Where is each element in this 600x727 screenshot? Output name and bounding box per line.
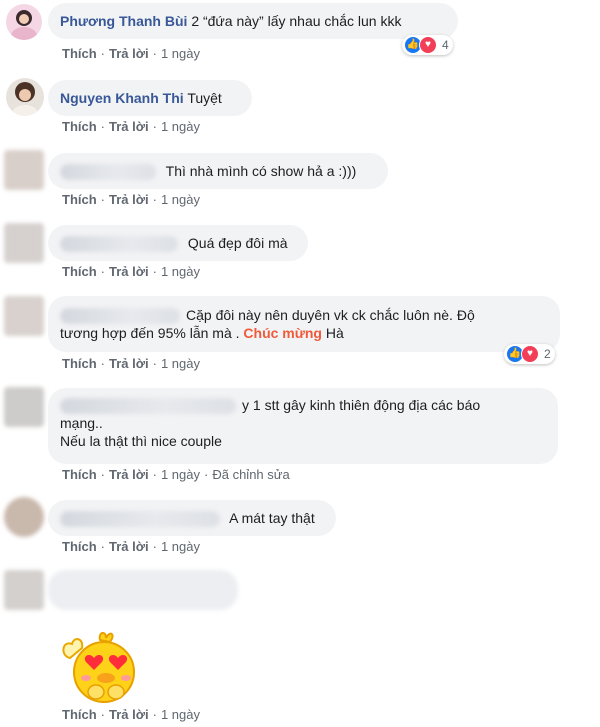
avatar-photo-icon [6, 4, 42, 40]
like-link[interactable]: Thích [62, 46, 97, 61]
avatar[interactable] [6, 78, 44, 116]
separator: · [100, 119, 106, 134]
comment-text-line-2: tương hợp đến 95% lẫn mà . [60, 325, 240, 342]
timestamp[interactable]: 1 ngày [161, 707, 200, 722]
like-link[interactable]: Thích [62, 356, 97, 371]
reaction-summary[interactable]: 👍 ♥ 4 [402, 35, 453, 55]
heart-eyes-duck-sticker-icon [62, 632, 135, 703]
separator: · [100, 264, 106, 279]
love-reaction-icon: ♥ [521, 345, 539, 363]
avatar-blurred[interactable] [4, 387, 44, 427]
timestamp[interactable]: 1 ngày [161, 119, 200, 134]
comment-bubble: Cặp đôi này nên duyên vk ck chắc luôn nè… [48, 296, 560, 352]
comment-bubble-blurred [48, 570, 238, 610]
avatar-blurred[interactable] [4, 150, 44, 190]
comment-text-line-1: y 1 stt gây kinh thiên động địa các báo [242, 397, 481, 413]
comment-line-2: tương hợp đến 95% lẫn mà . Chúc mừng Hà [60, 324, 548, 342]
comment-line-1: y 1 stt gây kinh thiên động địa các báo [60, 396, 546, 415]
separator: · [100, 539, 106, 554]
comment-text-line-2: mạng.. [60, 415, 103, 432]
mention-highlight[interactable]: Chúc mừng [243, 325, 322, 341]
separator: · [100, 192, 106, 207]
like-link[interactable]: Thích [62, 192, 97, 207]
comment-text: Quá đẹp đôi mà [187, 235, 288, 251]
like-link[interactable]: Thích [62, 467, 97, 482]
avatar-blurred[interactable] [4, 223, 44, 263]
comment-actions: Thích · Trả lời · 1 ngày [62, 264, 200, 279]
commenter-name[interactable]: Phương Thanh Bùi [60, 13, 187, 29]
separator: · [100, 46, 106, 61]
commenter-name[interactable]: Nguyen Khanh Thi [60, 90, 184, 106]
edited-label[interactable]: Đã chỉnh sửa [212, 467, 289, 482]
separator: · [152, 119, 157, 134]
timestamp[interactable]: 1 ngày [161, 192, 200, 207]
like-link[interactable]: Thích [62, 539, 97, 554]
reply-link[interactable]: Trả lời [109, 192, 149, 207]
comment-text: A mát tay thật [229, 510, 315, 526]
comment-bubble: A mát tay thật [48, 500, 336, 536]
blurred-name [60, 236, 178, 253]
avatar-blurred[interactable] [4, 570, 44, 610]
comment-actions: Thích · Trả lời · 1 ngày [62, 539, 200, 554]
comment-bubble: Nguyen Khanh Thi Tuyệt [48, 80, 252, 116]
comment-text: Tuyệt [187, 90, 222, 106]
like-link[interactable]: Thích [62, 119, 97, 134]
timestamp[interactable]: 1 ngày [161, 467, 200, 482]
comment-actions: Thích · Trả lời · 1 ngày [62, 356, 200, 371]
reply-link[interactable]: Trả lời [109, 264, 149, 279]
separator: · [152, 264, 157, 279]
comment-text: Thì nhà mình có show hả a :))) [165, 163, 357, 179]
reaction-count: 4 [442, 38, 449, 52]
like-link[interactable]: Thích [62, 264, 97, 279]
blurred-name [60, 308, 180, 325]
reaction-count: 2 [544, 347, 551, 361]
like-link[interactable]: Thích [62, 707, 97, 722]
comment-bubble: Phương Thanh Bùi 2 “đứa này” lấy nhau ch… [48, 3, 458, 39]
reply-link[interactable]: Trả lời [109, 539, 149, 554]
comment-text-line-3: Nếu la thật thì nice couple [60, 433, 222, 450]
timestamp[interactable]: 1 ngày [161, 356, 200, 371]
avatar[interactable] [6, 4, 42, 40]
timestamp[interactable]: 1 ngày [161, 46, 200, 61]
reply-link[interactable]: Trả lời [109, 356, 149, 371]
timestamp[interactable]: 1 ngày [161, 539, 200, 554]
comment-line-1: Cặp đôi này nên duyên vk ck chắc luôn nè… [60, 306, 548, 325]
comment-bubble: y 1 stt gây kinh thiên động địa các báo … [48, 388, 558, 464]
comment-text-line-1: Cặp đôi này nên duyên vk ck chắc luôn nè… [186, 307, 475, 323]
reply-link[interactable]: Trả lời [109, 467, 149, 482]
reply-link[interactable]: Trả lời [109, 119, 149, 134]
comment-bubble: Quá đẹp đôi mà [48, 225, 308, 261]
reaction-summary[interactable]: 👍 ♥ 2 [504, 344, 555, 364]
timestamp[interactable]: 1 ngày [161, 264, 200, 279]
separator: · [204, 467, 209, 482]
comment-bubble: Thì nhà mình có show hả a :))) [48, 153, 388, 189]
blurred-name [60, 511, 220, 528]
comment-actions: Thích · Trả lời · 1 ngày [62, 707, 200, 722]
avatar-blurred[interactable] [4, 497, 44, 537]
separator: · [152, 539, 157, 554]
separator: · [100, 707, 106, 722]
avatar-blurred[interactable] [4, 296, 44, 336]
separator: · [152, 467, 157, 482]
comment-actions: Thích · Trả lời · 1 ngày [62, 192, 200, 207]
separator: · [152, 707, 157, 722]
blurred-name [60, 164, 156, 181]
separator: · [152, 356, 157, 371]
love-reaction-icon: ♥ [419, 36, 437, 54]
separator: · [100, 467, 106, 482]
separator: · [152, 46, 157, 61]
comment-text: 2 “đứa này” lấy nhau chắc lun kkk [191, 13, 402, 29]
comment-actions: Thích · Trả lời · 1 ngày · Đã chỉnh sửa [62, 467, 290, 482]
avatar-photo-icon [6, 78, 44, 116]
separator: · [100, 356, 106, 371]
reply-link[interactable]: Trả lời [109, 707, 149, 722]
reply-link[interactable]: Trả lời [109, 46, 149, 61]
separator: · [152, 192, 157, 207]
comment-actions: Thích · Trả lời · 1 ngày [62, 119, 200, 134]
sticker[interactable] [60, 618, 144, 704]
comment-text-line-2-end: Hà [325, 325, 344, 342]
blurred-name [60, 398, 236, 415]
comment-actions: Thích · Trả lời · 1 ngày [62, 46, 200, 61]
